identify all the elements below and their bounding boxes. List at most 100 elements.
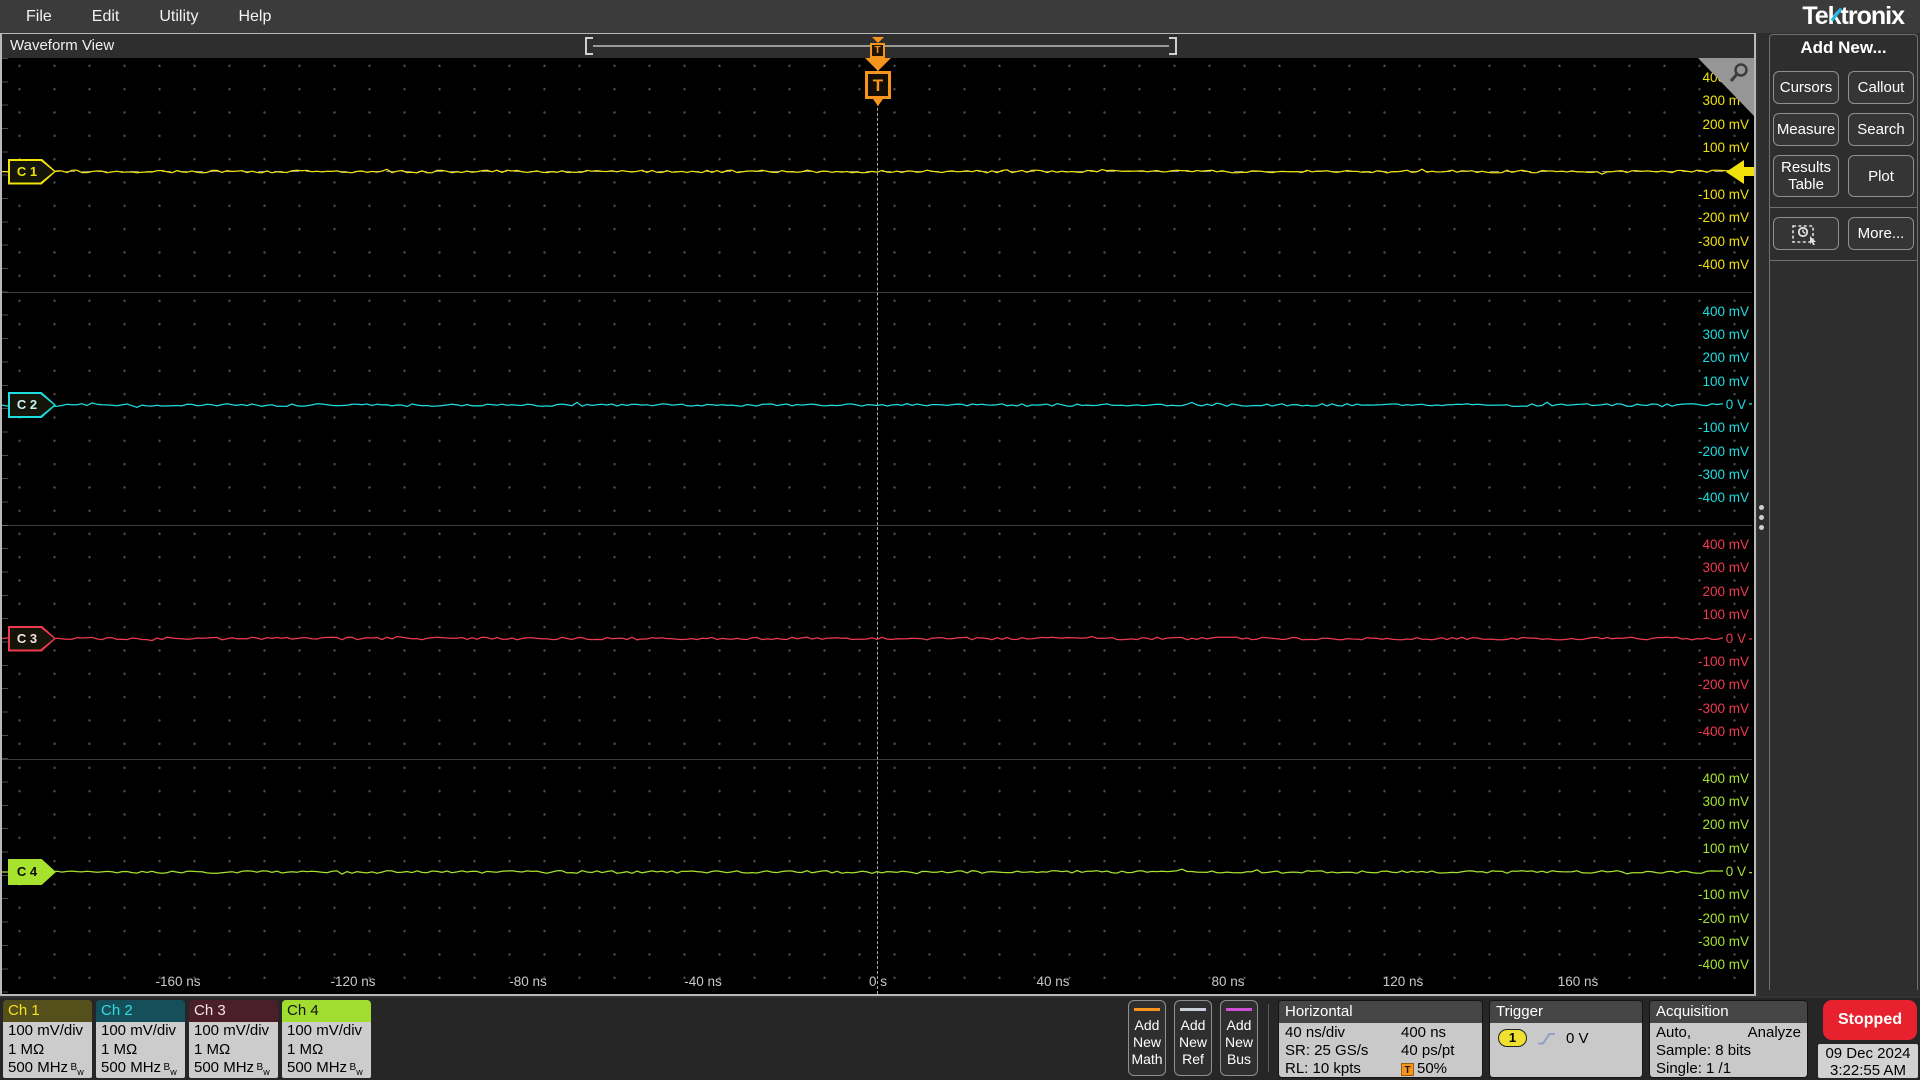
time-axis-label: 120 ns (1382, 974, 1424, 989)
horizontal-position-bar[interactable]: T (585, 37, 1177, 58)
trigger-flag-t-icon: T (865, 71, 891, 99)
add-results-table-button[interactable]: Results Table (1773, 155, 1839, 197)
horizontal-panel[interactable]: Horizontal 40 ns/div 400 ns SR: 25 GS/s 40 … (1278, 1000, 1483, 1078)
channel-settings-badge-4[interactable]: Ch 4 100 mV/div 1 MΩ 500 MHz Bw (282, 1000, 371, 1078)
channel-settings-row: 100 mV/div (194, 1022, 270, 1039)
horizontal-row-left: RL: 10 kpts (1285, 1060, 1361, 1077)
add-measure-button[interactable]: Measure (1773, 113, 1839, 146)
voltage-scale-label: -100 mV (1697, 420, 1749, 436)
zoom-select-button[interactable] (1773, 217, 1839, 250)
add-new-math-button[interactable]: Add New Math (1128, 1000, 1166, 1076)
channel-badge-label: C 4 (16, 864, 38, 879)
channel-settings-row: 1 MΩ (287, 1040, 324, 1058)
time-axis-label: -80 ns (509, 974, 547, 989)
channel-settings-body: 100 mV/div 1 MΩ 500 MHz Bw (189, 1022, 278, 1078)
add-new-bus-button[interactable]: Add New Bus (1220, 1000, 1258, 1076)
trigger-level-arrow[interactable] (1726, 159, 1754, 184)
sidebar-splitter-handle[interactable] (1759, 500, 1765, 535)
bottom-settings-bar: Ch 1 100 mV/div 1 MΩ 500 MHz Bw Ch 2 100 mV/d… (0, 998, 1920, 1080)
horizontal-row: SR: 25 GS/s 40 ps/pt (1285, 1042, 1476, 1060)
waveform-view: Waveform View T T 400 mV 300 mV 200 mV 100 … (0, 33, 1756, 996)
channel-badge-label: C 1 (16, 163, 38, 179)
date-text: 09 Dec 2024 (1825, 1045, 1911, 1062)
channel-settings-row: 500 MHz Bw (194, 1059, 270, 1077)
channel-settings-row: 100 mV/div (101, 1022, 177, 1039)
add-new-ref-button[interactable]: Add New Ref (1174, 1000, 1212, 1076)
tektronix-logo: Tektronix (1802, 2, 1905, 30)
trigger-marker-t-icon: T (870, 43, 885, 58)
trigger-level-value: 0 V (1566, 1029, 1589, 1047)
horizontal-row-value: 40 ps/pt (1401, 1042, 1455, 1059)
menu-edit[interactable]: Edit (92, 8, 120, 26)
channel-badge-3[interactable]: C 3 (8, 625, 56, 652)
channel-badge-1[interactable]: C 1 (8, 158, 56, 185)
time-axis-label: -120 ns (330, 974, 376, 989)
zero-volt-label: 0 V (1722, 396, 1749, 414)
add-new-button-label-line: Add (1134, 1017, 1160, 1033)
channel-badge-4[interactable]: C 4 (8, 859, 56, 885)
waveform-traces (2, 168, 1752, 875)
zero-volt-label: 0 V (1722, 629, 1749, 648)
acquisition-panel-body: Auto, Analyze Sample: 8 bits Single: 1 /… (1650, 1023, 1807, 1077)
add-new-button-label-line: New (1224, 1034, 1253, 1050)
channel-badge-label: C 2 (16, 397, 38, 412)
voltage-scale-label: -300 mV (1697, 934, 1749, 950)
time-axis-label: 80 ns (1211, 974, 1245, 989)
add-new-button-label-line: Ref (1182, 1051, 1204, 1067)
add-plot-button[interactable]: Plot (1848, 155, 1914, 197)
acquisition-single: Single: 1 /1 (1656, 1060, 1732, 1077)
add-callout-button[interactable]: Callout (1848, 71, 1914, 104)
bandwidth-icon: Bw (163, 1062, 177, 1077)
channel-settings-badge-1[interactable]: Ch 1 100 mV/div 1 MΩ 500 MHz Bw (3, 1000, 92, 1078)
add-new-panel: Add New... Cursors Callout Measure Searc… (1769, 34, 1918, 990)
channel-settings-row: 1 MΩ (8, 1040, 45, 1058)
trigger-indicator-flag[interactable]: T (863, 58, 893, 106)
menu-help[interactable]: Help (238, 8, 271, 26)
add-new-buttons-group: Add New Math Add New Ref Add New Bus (1128, 1000, 1258, 1076)
acquisition-analyze: Analyze (1747, 1024, 1801, 1041)
channel-settings-body: 100 mV/div 1 MΩ 500 MHz Bw (3, 1022, 92, 1078)
magnifier-icon (1729, 63, 1748, 82)
trigger-source-badge: 1 (1498, 1029, 1527, 1047)
run-stop-button[interactable]: Stopped (1823, 1000, 1917, 1040)
voltage-scale-label: 300 mV (1702, 793, 1749, 809)
trigger-position-marker[interactable]: T (870, 37, 886, 58)
menu-utility[interactable]: Utility (159, 8, 198, 26)
channel-settings-row: 100 mV/div (287, 1022, 363, 1039)
acquisition-panel[interactable]: Acquisition Auto, Analyze Sample: 8 bits… (1649, 1000, 1808, 1078)
stripe-icon (1180, 1008, 1206, 1011)
trigger-panel[interactable]: Trigger 1 0 V (1489, 1000, 1643, 1078)
voltage-scale-label: -300 mV (1697, 700, 1749, 716)
voltage-scale-label: 100 mV (1702, 140, 1749, 156)
add-search-button[interactable]: Search (1848, 113, 1914, 146)
voltage-scale-label: 300 mV (1702, 326, 1749, 342)
voltage-scale-label: -300 mV (1697, 467, 1749, 483)
waveform-trace (2, 868, 1752, 875)
bandwidth-icon: Bw (256, 1062, 270, 1077)
voltage-scale-label: -100 mV (1697, 186, 1749, 202)
channel-settings-badge-2[interactable]: Ch 2 100 mV/div 1 MΩ 500 MHz Bw (96, 1000, 185, 1078)
more-button[interactable]: More... (1848, 217, 1914, 250)
horizontal-row-value: 400 ns (1401, 1024, 1447, 1041)
channel-settings-body: 100 mV/div 1 MΩ 500 MHz Bw (96, 1022, 185, 1078)
add-new-button-label-line: Bus (1226, 1051, 1252, 1067)
voltage-scale-label: -200 mV (1697, 443, 1749, 459)
add-cursors-button[interactable]: Cursors (1773, 71, 1839, 104)
time-axis-label: 40 ns (1036, 974, 1070, 989)
waveform-view-titlebar: Waveform View T (2, 34, 1754, 58)
menu-bar: File Edit Utility Help (0, 0, 1920, 33)
channel-settings-badge-3[interactable]: Ch 3 100 mV/div 1 MΩ 500 MHz Bw (189, 1000, 278, 1078)
trigger-panel-title: Trigger (1490, 1001, 1642, 1023)
channel-badge-2[interactable]: C 2 (8, 392, 56, 418)
trigger-flag-arrow-icon (865, 58, 891, 71)
add-new-button-label-line: New (1178, 1034, 1207, 1050)
menu-file[interactable]: File (26, 8, 52, 26)
add-new-button-label-line: Add (1226, 1017, 1252, 1033)
time-axis-label: -40 ns (684, 974, 722, 989)
channel-settings-name: Ch 2 (96, 1000, 185, 1022)
sidebar-divider (1770, 260, 1917, 261)
channel-settings-row: 100 mV/div (8, 1022, 84, 1039)
voltage-scale-label: -200 mV (1697, 910, 1749, 926)
acquisition-panel-title: Acquisition (1650, 1001, 1807, 1023)
voltage-scale-label: 100 mV (1702, 373, 1749, 389)
